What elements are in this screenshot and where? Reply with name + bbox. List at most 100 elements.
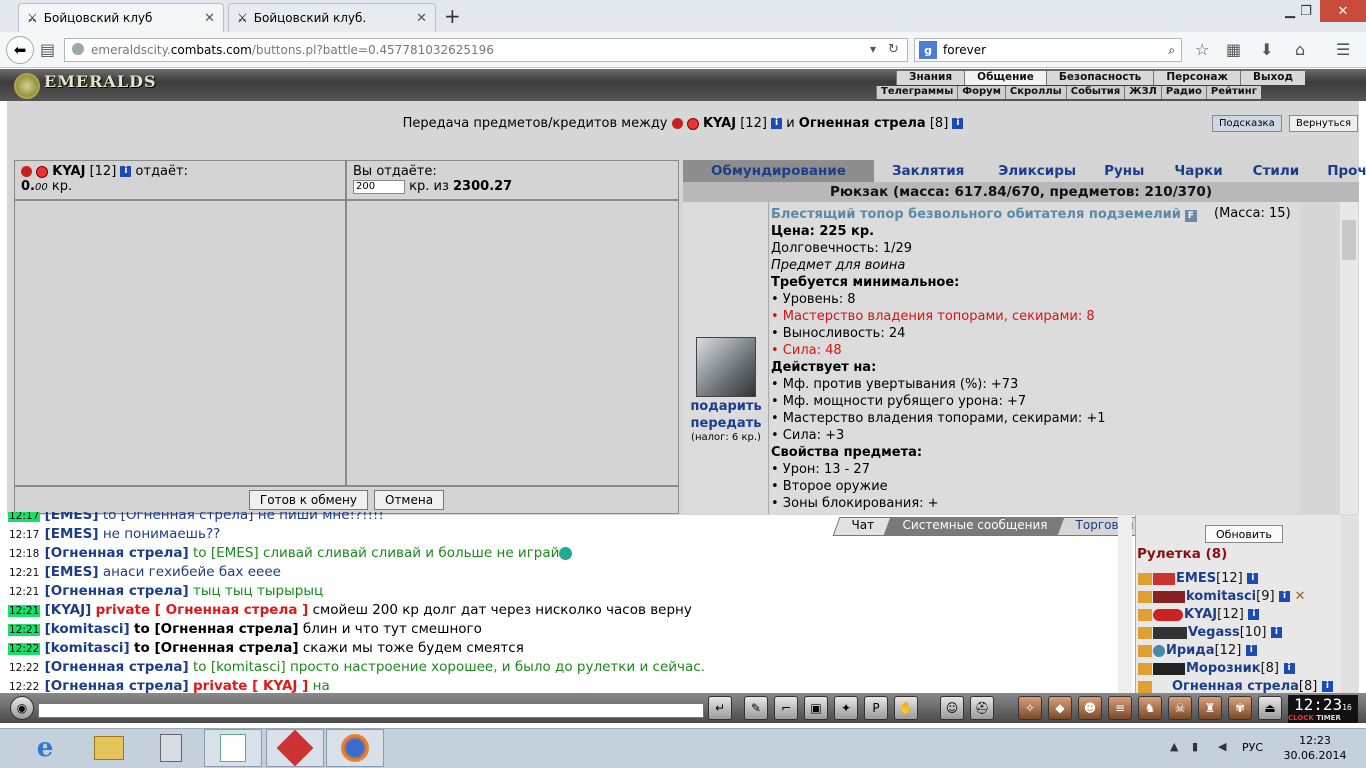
reload-icon[interactable]: ↻ <box>888 42 899 57</box>
tab-other[interactable]: Прочее <box>1311 163 1366 179</box>
menu-communication[interactable]: Общение <box>964 71 1046 85</box>
info-icon[interactable]: i <box>120 166 132 177</box>
speaker-icon[interactable]: ◉ <box>10 696 34 720</box>
tab-chat[interactable]: Чат <box>832 517 893 536</box>
menu-character[interactable]: Персонаж <box>1153 71 1240 85</box>
browser-tab-1[interactable]: ⚔ Бойцовский клуб ✕ <box>18 3 224 32</box>
menu-icon[interactable]: ☰ <box>1336 40 1350 59</box>
search-input[interactable]: forever <box>943 43 986 57</box>
skull-icon[interactable]: ☠ <box>1168 696 1192 720</box>
menu-knowledge[interactable]: Знания <box>896 71 964 85</box>
submenu-forum[interactable]: Форум <box>957 86 1005 99</box>
warrior-icon[interactable]: ♞ <box>1138 696 1162 720</box>
user1-name[interactable]: KYAJ <box>703 116 736 131</box>
online-user[interactable]: Ирида[12] i <box>1138 642 1257 660</box>
chat-input[interactable] <box>38 703 704 718</box>
language-indicator[interactable]: РУС <box>1242 741 1263 754</box>
history-icon[interactable]: ▤ <box>40 40 55 59</box>
close-tab-icon[interactable]: ✕ <box>204 11 215 26</box>
smiley-icon[interactable]: ☺ <box>940 696 964 720</box>
magnifier-icon[interactable]: ⌕ <box>1168 43 1175 58</box>
submenu-radio[interactable]: Радио <box>1160 86 1206 99</box>
item-actions: подарить передать <box>683 398 769 432</box>
firefox-icon[interactable] <box>326 729 384 767</box>
private-icon[interactable]: P <box>864 696 888 720</box>
file-explorer-icon[interactable] <box>80 729 138 767</box>
internet-explorer-icon[interactable]: e <box>16 729 74 767</box>
scroll-thumb[interactable] <box>1342 220 1356 260</box>
tray-arrow-icon[interactable]: ▲ <box>1170 740 1178 753</box>
online-user[interactable]: Морозник[8] i <box>1138 660 1295 678</box>
online-user[interactable]: komitasci[9] i ✕ <box>1138 588 1306 606</box>
calculator-icon[interactable] <box>142 729 200 767</box>
tab-elixirs[interactable]: Эликсиры <box>976 163 1088 179</box>
tab-styles[interactable]: Стили <box>1235 163 1312 179</box>
info-icon[interactable]: i <box>771 118 783 129</box>
submenu-telegrams[interactable]: Телеграммы <box>876 86 957 99</box>
dropdown-arrow-icon[interactable]: ▾ <box>870 42 876 56</box>
axe-item-icon[interactable] <box>696 337 756 397</box>
online-user[interactable]: EMES[12] i <box>1138 570 1259 588</box>
menu-security[interactable]: Безопасность <box>1045 71 1153 85</box>
online-user[interactable]: Vegass[10] i <box>1138 624 1282 642</box>
paw-icon[interactable]: ✾ <box>1228 696 1252 720</box>
castle-icon[interactable]: ♜ <box>1198 696 1222 720</box>
tab-title: Бойцовский клуб. <box>253 11 367 25</box>
ready-button[interactable]: Готов к обмену <box>248 490 368 510</box>
home-icon[interactable]: ⌂ <box>1295 40 1305 59</box>
hint-button[interactable]: Подсказка <box>1212 115 1282 132</box>
chat-scrollbar[interactable] <box>1118 515 1132 693</box>
mask-icon[interactable]: ☻ <box>1078 696 1102 720</box>
url-bar[interactable]: emeraldscity. combats.com/buttons.pl?batt… <box>64 38 908 62</box>
submenu-zhzl[interactable]: ЖЗЛ <box>1124 86 1161 99</box>
back-button[interactable]: ⬅ <box>6 36 34 64</box>
eraser-icon[interactable]: ✎ <box>744 696 768 720</box>
item-name[interactable]: Блестящий топор безвольного обитателя по… <box>771 207 1181 222</box>
chart-app-icon[interactable] <box>204 729 262 767</box>
download-icon[interactable]: ⬇ <box>1260 40 1273 59</box>
new-tab-button[interactable]: + <box>444 4 461 28</box>
private-msg-icon <box>1138 644 1152 657</box>
filter-icon[interactable]: ⌐ <box>774 696 798 720</box>
money-input[interactable] <box>353 179 405 194</box>
bookmark-star-icon[interactable]: ☆ <box>1195 40 1209 59</box>
submenu-events[interactable]: События <box>1065 86 1124 99</box>
menu-exit[interactable]: Выход <box>1239 71 1305 85</box>
helmet-icon[interactable]: ⛑ <box>970 696 994 720</box>
bookmarks-list-icon[interactable]: ▦ <box>1226 40 1241 59</box>
online-user[interactable]: KYAJ[12] i <box>1138 606 1260 624</box>
red-app-icon[interactable] <box>266 729 324 767</box>
restore-icon[interactable]: ❐ <box>1292 0 1320 22</box>
swords-icon: ✕ <box>1294 589 1306 604</box>
user2-name[interactable]: Огненная стрела <box>799 116 926 131</box>
bag-icon[interactable]: ◆ <box>1048 696 1072 720</box>
info-icon[interactable]: i <box>952 118 964 129</box>
action-icon[interactable]: ✧ <box>1018 696 1042 720</box>
window-close-icon[interactable]: ✕ <box>1320 0 1366 22</box>
submenu-rating[interactable]: Рейтинг <box>1205 86 1261 99</box>
send-icon[interactable]: ↵ <box>708 696 732 720</box>
online-scrollbar[interactable] <box>1341 515 1359 693</box>
tab-spells[interactable]: Заклятия <box>874 163 976 179</box>
close-tab-icon[interactable]: ✕ <box>416 11 427 26</box>
tab-charms[interactable]: Чарки <box>1156 163 1234 179</box>
tab-system-messages[interactable]: Системные сообщения <box>883 517 1065 536</box>
tab-runes[interactable]: Руны <box>1088 163 1156 179</box>
fighter-icon[interactable]: ✦ <box>834 696 858 720</box>
cancel-button[interactable]: Отмена <box>374 490 445 510</box>
tab-equipment[interactable]: Обмундирование <box>683 160 874 182</box>
network-icon[interactable]: ▮ <box>1192 740 1198 753</box>
volume-icon[interactable]: ◀ <box>1218 740 1226 753</box>
scroll-icon[interactable]: ≡ <box>1108 696 1132 720</box>
refresh-button[interactable]: Обновить <box>1205 525 1283 543</box>
hand-icon[interactable]: ✋ <box>894 696 918 720</box>
return-button[interactable]: Вернуться <box>1289 115 1359 132</box>
system-clock[interactable]: 12:23 30.06.2014 <box>1280 733 1350 763</box>
save-icon[interactable]: ▣ <box>804 696 828 720</box>
browser-tab-2[interactable]: ⚔ Бойцовский клуб. ✕ <box>228 3 436 32</box>
transfer-link[interactable]: передать <box>683 415 769 432</box>
exit-icon[interactable]: ⏏ <box>1258 696 1282 720</box>
search-bar[interactable]: g forever ⌕ <box>914 38 1182 62</box>
gift-link[interactable]: подарить <box>683 398 769 415</box>
submenu-scrolls[interactable]: Скроллы <box>1004 86 1066 99</box>
